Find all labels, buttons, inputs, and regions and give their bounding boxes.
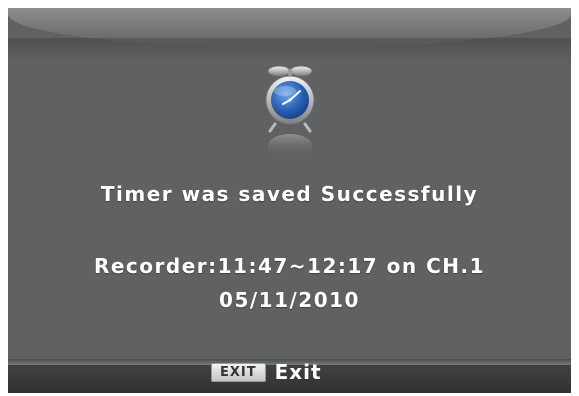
header-shadow	[8, 38, 571, 62]
exit-label: Exit	[274, 360, 322, 384]
recorder-schedule: Recorder:11:47~12:17 on CH.1	[93, 254, 486, 278]
timer-saved-screen: Timer was saved Successfully Recorder:11…	[8, 8, 571, 393]
exit-button[interactable]: EXIT Exit	[211, 360, 322, 384]
alarm-clock-icon	[265, 65, 315, 158]
record-date: 05/11/2010	[219, 288, 360, 312]
exit-key-badge[interactable]: EXIT	[211, 362, 266, 382]
success-message: Timer was saved Successfully	[100, 182, 479, 206]
